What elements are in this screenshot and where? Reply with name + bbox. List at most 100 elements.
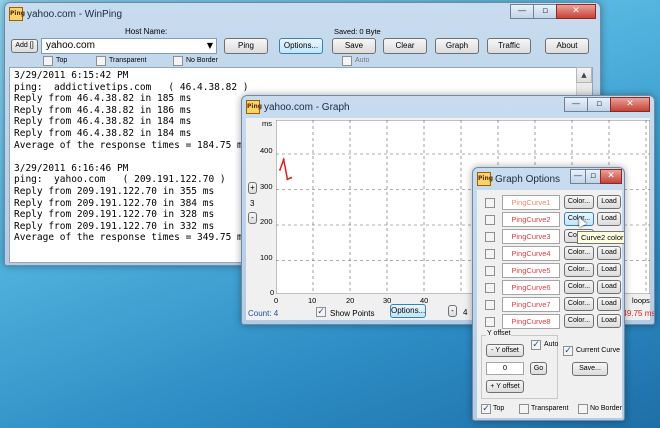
curve-color-button[interactable]: Color... [564,246,594,260]
auto-offset-label: Auto [544,341,559,348]
y-tick-label: 300 [260,182,273,191]
curve-checkbox[interactable] [485,266,495,276]
top-checkbox[interactable] [43,56,53,66]
curve-load-button[interactable]: Load [597,280,621,294]
color-tooltip: Curve2 color [577,231,624,244]
curve-name[interactable]: PingCurve8 [502,314,560,329]
graph-options-button[interactable]: Options... [390,304,426,318]
curve-color-button[interactable]: Color... [564,280,594,294]
curve-load-button[interactable]: Load [597,297,621,311]
options-transparent-checkbox[interactable] [519,404,529,414]
curve-name[interactable]: PingCurve2 [502,212,560,227]
curve-name[interactable]: PingCurve7 [502,297,560,312]
x-unit-label: loops [632,296,650,305]
curve-checkbox[interactable] [485,232,495,242]
graph-minus-button[interactable]: - [248,212,257,224]
host-name-value: yahoo.com [46,40,95,51]
close-icon[interactable]: ✕ [610,97,650,112]
x-tick-label: 30 [383,296,392,305]
close-icon[interactable]: ✕ [556,4,596,19]
graph-bottom-value: 4 [463,308,468,317]
add-host-button[interactable]: Add [] [11,39,38,53]
options-no-border-checkbox[interactable] [578,404,588,414]
curve-checkbox[interactable] [485,283,495,293]
y-unit-label: ms [262,119,272,128]
curve-load-button[interactable]: Load [597,195,621,209]
y-offset-group: Y offset - Y offset 0 Go + Y offset ✓ Au… [481,330,559,399]
about-button[interactable]: About [545,38,589,54]
options-top-checkbox[interactable]: ✓ [481,404,491,414]
scroll-up-icon[interactable]: ▲ [576,67,592,83]
minimize-icon[interactable]: — [570,169,586,184]
graph-step-minus-button[interactable]: - [448,305,457,317]
curve-load-button[interactable]: Load [597,212,621,226]
curve-checkbox[interactable] [485,300,495,310]
maximize-icon[interactable]: ▫ [587,97,611,112]
curve-color-button[interactable]: Color... [564,314,594,328]
graph-options-title: Graph Options [495,173,561,185]
curve-name[interactable]: PingCurve1 [502,195,560,210]
ping-button[interactable]: Ping [224,38,268,54]
curve-load-button[interactable]: Load [597,263,621,277]
y-tick-label: 400 [260,146,273,155]
ping-app-icon: Ping [246,100,262,114]
curve-checkbox[interactable] [485,198,495,208]
host-name-label: Host Name: [125,27,168,36]
auto-offset-checkbox[interactable]: ✓ [531,340,541,350]
no-border-checkbox[interactable] [173,56,183,66]
curve-name[interactable]: PingCurve3 [502,229,560,244]
graph-window-controls: — ▫ ✕ [564,97,650,112]
host-name-combobox[interactable]: yahoo.com ▼ [41,38,217,54]
y-offset-input[interactable]: 0 [486,362,524,375]
ping-app-icon: Ping [9,7,25,21]
log-line: Reply from 209.191.122.70 in 384 ms [14,197,215,209]
minus-y-offset-button[interactable]: - Y offset [486,344,524,357]
maximize-icon[interactable]: ▫ [585,169,601,184]
minimize-icon[interactable]: — [564,97,588,112]
minimize-icon[interactable]: — [510,4,534,19]
save-button[interactable]: Save [332,38,376,54]
log-line: Reply from 46.4.38.82 in 184 ms [14,116,192,128]
log-line: Reply from 46.4.38.82 in 184 ms [14,127,192,139]
curve-color-button[interactable]: Color... [564,297,594,311]
log-line: Reply from 209.191.122.70 in 355 ms [14,185,215,197]
show-points-label: Show Points [330,309,375,318]
options-button[interactable]: Options... [279,38,323,54]
maximize-icon[interactable]: ▫ [533,4,557,19]
current-curve-checkbox[interactable]: ✓ [563,346,573,356]
graph-plus-button[interactable]: + [248,182,257,194]
curve-load-button[interactable]: Load [597,314,621,328]
show-points-checkbox[interactable]: ✓ [316,307,326,317]
curve-checkbox[interactable] [485,215,495,225]
log-line: Reply from 46.4.38.82 in 185 ms [14,93,192,105]
log-line: 3/29/2011 6:15:42 PM [14,70,129,81]
plus-y-offset-button[interactable]: + Y offset [486,380,524,393]
curve-point [290,176,293,179]
curve-color-button[interactable]: Color... [564,195,594,209]
color-tooltip-text: Curve2 color [581,233,624,242]
log-line: Reply from 46.4.38.82 in 186 ms [14,104,192,116]
curve-color-button[interactable]: Color... [564,263,594,277]
traffic-button[interactable]: Traffic [487,38,531,54]
curve-name[interactable]: PingCurve6 [502,280,560,295]
curve-name[interactable]: PingCurve4 [502,246,560,261]
graph-side-value: 3 [250,199,255,208]
close-icon[interactable]: ✕ [600,169,622,184]
auto-checkbox[interactable] [342,56,352,66]
go-button[interactable]: Go [530,362,547,375]
graph-button[interactable]: Graph [435,38,479,54]
transparent-checkbox[interactable] [96,56,106,66]
y-offset-value: 0 [502,364,508,372]
curve-checkbox[interactable] [485,249,495,259]
options-save-button[interactable]: Save... [572,362,608,376]
curve-load-button[interactable]: Load [597,246,621,260]
auto-checkbox-label: Auto [355,57,370,64]
curve-name[interactable]: PingCurve5 [502,263,560,278]
clear-button[interactable]: Clear [383,38,427,54]
y-offset-label: Y offset [486,330,512,337]
log-line: ping: addictivetips.com ( 46.4.38.82 ) [14,81,249,93]
chevron-down-icon[interactable]: ▼ [207,41,213,50]
curve-checkbox[interactable] [485,317,495,327]
ping-app-icon: Ping [477,172,493,186]
